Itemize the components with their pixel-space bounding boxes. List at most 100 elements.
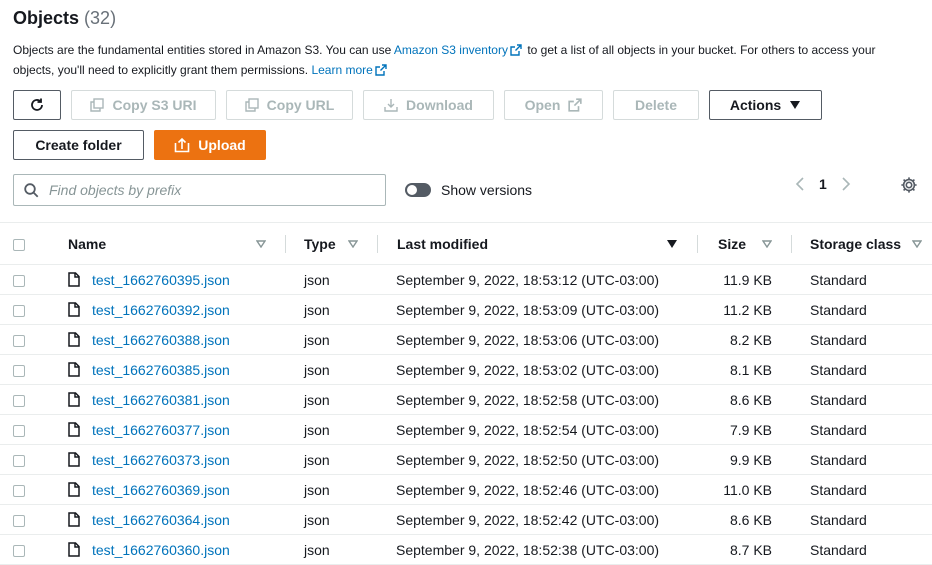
download-icon <box>384 99 398 112</box>
size-cell: 11.9 KB <box>698 264 792 295</box>
name-cell: test_1662760364.json <box>52 504 286 535</box>
storage-class-cell: Standard <box>792 414 932 445</box>
column-header-last-modified[interactable]: Last modified <box>378 222 698 265</box>
page-title: Objects (32) <box>13 8 116 29</box>
object-name-link[interactable]: test_1662760364.json <box>92 512 230 528</box>
show-versions-toggle[interactable] <box>405 183 431 197</box>
open-label: Open <box>524 97 561 113</box>
storage-class-cell: Standard <box>792 264 932 295</box>
table-row[interactable]: test_1662760385.json json September 9, 202… <box>0 354 932 385</box>
last-modified-cell: September 9, 2022, 18:53:12 (UTC-03:00) <box>378 264 698 295</box>
inventory-link[interactable]: Amazon S3 inventory <box>394 43 508 57</box>
actions-dropdown[interactable]: Actions <box>709 90 822 120</box>
row-select-cell <box>0 324 52 355</box>
sort-icon <box>912 239 922 248</box>
object-name-link[interactable]: test_1662760388.json <box>92 332 230 348</box>
open-button[interactable]: Open <box>504 90 603 120</box>
external-link-icon <box>568 98 583 112</box>
object-name-link[interactable]: test_1662760373.json <box>92 452 230 468</box>
row-checkbox[interactable] <box>13 274 25 287</box>
external-link-icon <box>510 44 522 56</box>
object-name-link[interactable]: test_1662760377.json <box>92 422 230 438</box>
delete-button[interactable]: Delete <box>613 90 699 120</box>
search-input[interactable] <box>47 181 371 199</box>
download-button[interactable]: Download <box>363 90 494 120</box>
chevron-left-icon[interactable] <box>795 176 805 192</box>
copy-icon <box>244 98 259 112</box>
object-name-link[interactable]: test_1662760369.json <box>92 482 230 498</box>
name-cell: test_1662760381.json <box>52 384 286 415</box>
pagination: 1 <box>795 176 851 192</box>
file-icon <box>68 512 80 527</box>
type-cell: json <box>286 414 378 445</box>
toggle-knob <box>407 185 417 195</box>
file-icon <box>68 362 80 377</box>
learn-more-link[interactable]: Learn more <box>311 63 372 77</box>
object-name-link[interactable]: test_1662760395.json <box>92 272 230 288</box>
delete-label: Delete <box>634 97 678 113</box>
name-cell: test_1662760392.json <box>52 294 286 325</box>
size-cell: 8.6 KB <box>698 384 792 415</box>
table-row[interactable]: test_1662760369.json json September 9, 202… <box>0 474 932 505</box>
name-cell: test_1662760369.json <box>52 474 286 505</box>
object-name-link[interactable]: test_1662760360.json <box>92 542 230 558</box>
column-header-type[interactable]: Type <box>286 222 378 265</box>
last-modified-cell: September 9, 2022, 18:52:54 (UTC-03:00) <box>378 414 698 445</box>
row-checkbox[interactable] <box>13 304 25 317</box>
storage-class-cell: Standard <box>792 474 932 505</box>
table-row[interactable]: test_1662760377.json json September 9, 202… <box>0 414 932 445</box>
row-select-cell <box>0 504 52 535</box>
create-folder-label: Create folder <box>35 137 122 153</box>
row-checkbox[interactable] <box>13 364 25 377</box>
object-name-link[interactable]: test_1662760392.json <box>92 302 230 318</box>
row-checkbox[interactable] <box>13 394 25 407</box>
size-cell: 8.2 KB <box>698 324 792 355</box>
select-all-checkbox[interactable] <box>13 238 25 251</box>
gear-icon[interactable] <box>900 176 918 194</box>
refresh-icon <box>31 98 43 111</box>
name-cell: test_1662760385.json <box>52 354 286 385</box>
refresh-button[interactable] <box>13 90 61 120</box>
table-row[interactable]: test_1662760373.json json September 9, 202… <box>0 444 932 475</box>
name-cell: test_1662760388.json <box>52 324 286 355</box>
object-name-link[interactable]: test_1662760381.json <box>92 392 230 408</box>
table-row[interactable]: test_1662760388.json json September 9, 202… <box>0 324 932 355</box>
table-row[interactable]: test_1662760381.json json September 9, 202… <box>0 384 932 415</box>
size-cell: 11.0 KB <box>698 474 792 505</box>
column-header-size[interactable]: Size <box>698 222 792 265</box>
row-select-cell <box>0 264 52 295</box>
file-icon <box>68 392 80 407</box>
row-checkbox[interactable] <box>13 424 25 437</box>
storage-class-cell: Standard <box>792 444 932 475</box>
row-checkbox[interactable] <box>13 454 25 467</box>
column-header-name[interactable]: Name <box>52 222 286 265</box>
chevron-right-icon[interactable] <box>841 176 851 192</box>
upload-button[interactable]: Upload <box>154 130 266 160</box>
table-row[interactable]: test_1662760360.json json September 9, 202… <box>0 534 932 565</box>
column-header-storage-class[interactable]: Storage class <box>792 222 932 265</box>
table-row[interactable]: test_1662760392.json json September 9, 202… <box>0 294 932 325</box>
name-cell: test_1662760373.json <box>52 444 286 475</box>
row-checkbox[interactable] <box>13 544 25 557</box>
size-cell: 11.2 KB <box>698 294 792 325</box>
object-name-link[interactable]: test_1662760385.json <box>92 362 230 378</box>
page-number[interactable]: 1 <box>819 176 827 192</box>
storage-class-cell: Standard <box>792 534 932 565</box>
copy-url-button[interactable]: Copy URL <box>226 90 353 120</box>
row-select-cell <box>0 294 52 325</box>
create-folder-button[interactable]: Create folder <box>13 130 144 160</box>
last-modified-cell: September 9, 2022, 18:52:50 (UTC-03:00) <box>378 444 698 475</box>
file-icon <box>68 302 80 317</box>
row-checkbox[interactable] <box>13 514 25 527</box>
row-checkbox[interactable] <box>13 334 25 347</box>
table-row[interactable]: test_1662760364.json json September 9, 202… <box>0 504 932 535</box>
row-checkbox[interactable] <box>13 484 25 497</box>
sort-icon <box>762 239 772 248</box>
type-cell: json <box>286 324 378 355</box>
file-icon <box>68 482 80 497</box>
external-link-icon <box>375 64 387 76</box>
copy-s3-uri-button[interactable]: Copy S3 URI <box>71 90 216 120</box>
table-row[interactable]: test_1662760395.json json September 9, 202… <box>0 264 932 295</box>
last-modified-cell: September 9, 2022, 18:53:02 (UTC-03:00) <box>378 354 698 385</box>
type-cell: json <box>286 354 378 385</box>
